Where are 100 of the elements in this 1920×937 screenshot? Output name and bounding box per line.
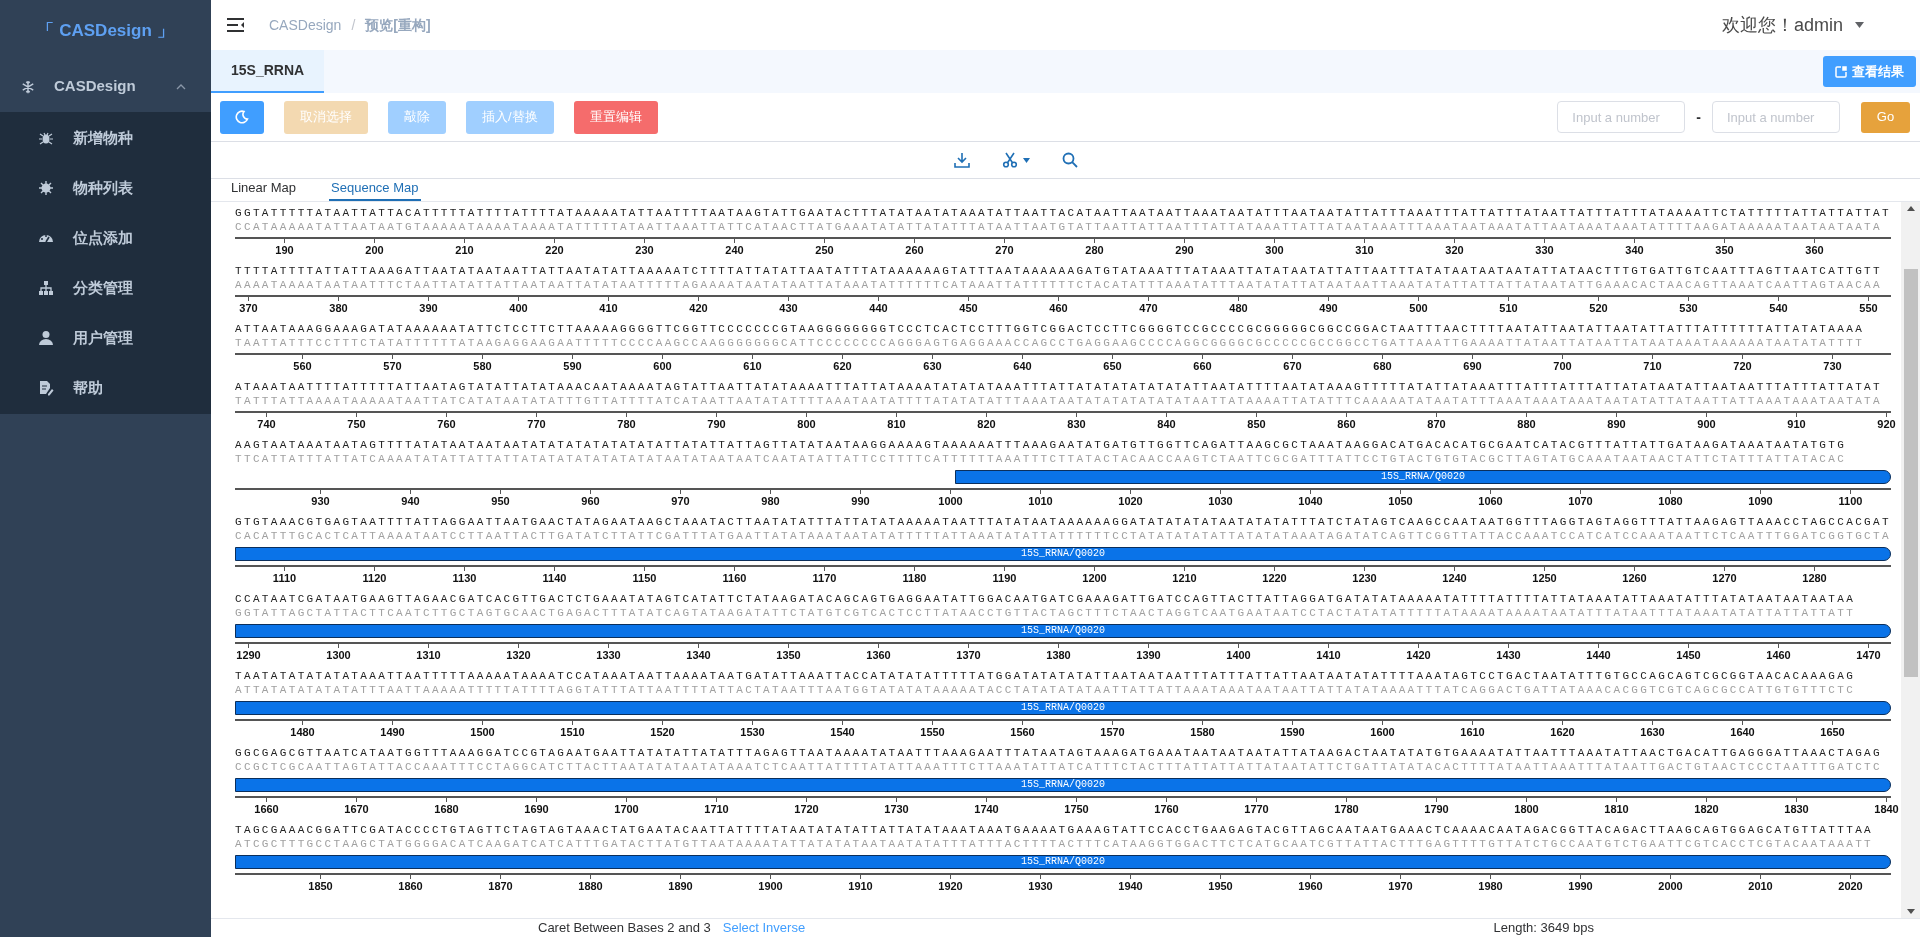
- tick-label: 2020: [1838, 879, 1863, 893]
- sequence-strand: GGTATTTTTATAATTATTACATTTTTATTTTATTTTATAAAAATATTAATTTTAATAAGTATTGAATACTTTATATAATATAAATATTAATTACATAATTAATAATTAAATAATATTTAATAATATTATTTAAATTTATTATTTATAATTATTTATTTATAAAATTCTATTTTTATTATTATTAT: [235, 206, 1891, 220]
- tick-label: 1830: [1784, 802, 1809, 816]
- tick-label: 430: [779, 301, 798, 315]
- tick-label: 1430: [1496, 648, 1521, 662]
- sequence-strand: ATAAATAATTTTATTTTTATTAATAGTATATTATATAAACAATAAAATAGTATTAATTATATAAAATTTATTATAAAATATATATAAATTTATTATATATATATATATTAATATTTTAATATAAAGTTTTTATATTATAAATTTATTTATTTATTATATAATATTAATAATTTATTTATTATAT: [235, 380, 1882, 394]
- tick-label: 920: [1877, 417, 1896, 431]
- feature-bar[interactable]: 15S_RRNA/Q0020: [235, 547, 1891, 561]
- feature-bar[interactable]: 15S_RRNA/Q0020: [235, 855, 1891, 869]
- map-tab[interactable]: Linear Map: [229, 177, 299, 201]
- theme-toggle-button[interactable]: [220, 100, 264, 134]
- feature-bar[interactable]: 15S_RRNA/Q0020: [235, 778, 1891, 792]
- tick-label: 1720: [794, 802, 819, 816]
- tick-label: 1490: [380, 725, 405, 739]
- tick-label: 1910: [848, 879, 873, 893]
- tick-label: 1780: [1334, 802, 1359, 816]
- tick-label: 670: [1283, 359, 1302, 373]
- view-results-button[interactable]: 查看结果: [1823, 56, 1916, 87]
- tick-label: 1530: [740, 725, 765, 739]
- caret-down-icon: [1022, 157, 1030, 163]
- scroll-down-icon[interactable]: [1906, 909, 1915, 914]
- sequence-tab[interactable]: 15S_RRNA: [211, 50, 325, 93]
- document-edit-icon: [38, 380, 54, 396]
- tick-label: 1010: [1028, 494, 1053, 508]
- tick-label: 260: [905, 243, 924, 257]
- tick-label: 1000: [938, 494, 963, 508]
- tick-label: 1590: [1280, 725, 1305, 739]
- tick-label: 750: [347, 417, 366, 431]
- tick-label: 890: [1607, 417, 1626, 431]
- tick-label: 2000: [1658, 879, 1683, 893]
- tick-label: 580: [473, 359, 492, 373]
- tick-label: 1050: [1388, 494, 1413, 508]
- scroll-up-icon[interactable]: [1906, 206, 1915, 211]
- tick-label: 1300: [326, 648, 351, 662]
- snowflake-icon: [21, 79, 35, 94]
- tick-label: 1100: [1838, 494, 1863, 508]
- tick-label: 860: [1337, 417, 1356, 431]
- tick-label: 1650: [1820, 725, 1845, 739]
- menu-group[interactable]: CASDesign: [0, 61, 211, 112]
- tick-label: 490: [1319, 301, 1338, 315]
- feature-bar[interactable]: 15S_RRNA/Q0020: [955, 470, 1891, 484]
- tick-label: 1700: [614, 802, 639, 816]
- tick-label: 1570: [1100, 725, 1125, 739]
- tick-label: 1950: [1208, 879, 1233, 893]
- tick-label: 1580: [1190, 725, 1215, 739]
- tick-label: 1340: [686, 648, 711, 662]
- range-separator: -: [1696, 107, 1701, 127]
- sequence-length: Length: 3649 bps: [1493, 919, 1594, 937]
- scissors-icon: [1001, 152, 1018, 168]
- scrollbar[interactable]: [1901, 202, 1920, 918]
- range-start-field[interactable]: Input a number: [1557, 101, 1686, 133]
- tick-label: 520: [1589, 301, 1608, 315]
- feature-bar[interactable]: 15S_RRNA/Q0020: [235, 701, 1891, 715]
- feature-bar[interactable]: 15S_RRNA/Q0020: [235, 624, 1891, 638]
- tick-label: 1730: [884, 802, 909, 816]
- tick-label: 970: [671, 494, 690, 508]
- map-tab[interactable]: Sequence Map: [329, 177, 421, 201]
- breadcrumb-item[interactable]: CASDesign: [269, 14, 342, 36]
- tick-label: 1770: [1244, 802, 1269, 816]
- toolbar-button[interactable]: 重置编辑: [573, 100, 658, 134]
- menu-item[interactable]: 新增物种: [0, 113, 211, 163]
- tick-label: 1470: [1856, 648, 1881, 662]
- tick-label: 900: [1697, 417, 1716, 431]
- tick-label: 940: [401, 494, 420, 508]
- tick-label: 1870: [488, 879, 513, 893]
- tick-label: 600: [653, 359, 672, 373]
- tick-label: 210: [455, 243, 474, 257]
- scissors-dropdown[interactable]: [1001, 152, 1030, 168]
- download-icon[interactable]: [953, 152, 970, 168]
- tick-label: 360: [1805, 243, 1824, 257]
- tick-label: 2010: [1748, 879, 1773, 893]
- menu-item[interactable]: 用户管理: [0, 313, 211, 363]
- tick-label: 270: [995, 243, 1014, 257]
- menu-item[interactable]: 帮助: [0, 363, 211, 413]
- tick-label: 1750: [1064, 802, 1089, 816]
- menu-item[interactable]: 分类管理: [0, 263, 211, 313]
- menu-icon[interactable]: [227, 18, 244, 32]
- tick-label: 730: [1823, 359, 1842, 373]
- menu-item[interactable]: 物种列表: [0, 163, 211, 213]
- tick-label: 690: [1463, 359, 1482, 373]
- sequence-strand: TTTTATTTTATTATTAAAGATTAATATAATAATTATTAATATATTAAAAATCTTTTATTATATTAATATTTATAAAAAAGTATTTAATAAAAAAGATGTATAAATTTATAAATTATATAATATTATTAATTTATATAATAATAATATTATAACTTTGTGATTGTCAATTTAGTTAATCATTGTT: [235, 264, 1882, 278]
- tick-label: 220: [545, 243, 564, 257]
- breadcrumb-item: 预览[重构]: [365, 15, 431, 35]
- menu-item[interactable]: 位点添加: [0, 213, 211, 263]
- tick-label: 840: [1157, 417, 1176, 431]
- scrollbar-thumb[interactable]: [1903, 269, 1918, 677]
- tick-label: 500: [1409, 301, 1428, 315]
- user-menu[interactable]: 欢迎您！admin: [1721, 11, 1864, 39]
- tick-label: 420: [689, 301, 708, 315]
- tick-label: 1450: [1676, 648, 1701, 662]
- tick-label: 1620: [1550, 725, 1575, 739]
- search-icon[interactable]: [1061, 152, 1078, 168]
- tick-label: 1510: [560, 725, 585, 739]
- select-inverse-link[interactable]: Select Inverse: [722, 918, 806, 937]
- tick-label: 1390: [1136, 648, 1161, 662]
- tick-label: 550: [1859, 301, 1878, 315]
- tick-label: 710: [1643, 359, 1662, 373]
- tick-label: 720: [1733, 359, 1752, 373]
- range-end-field[interactable]: Input a number: [1712, 101, 1840, 133]
- tick-label: 1040: [1298, 494, 1323, 508]
